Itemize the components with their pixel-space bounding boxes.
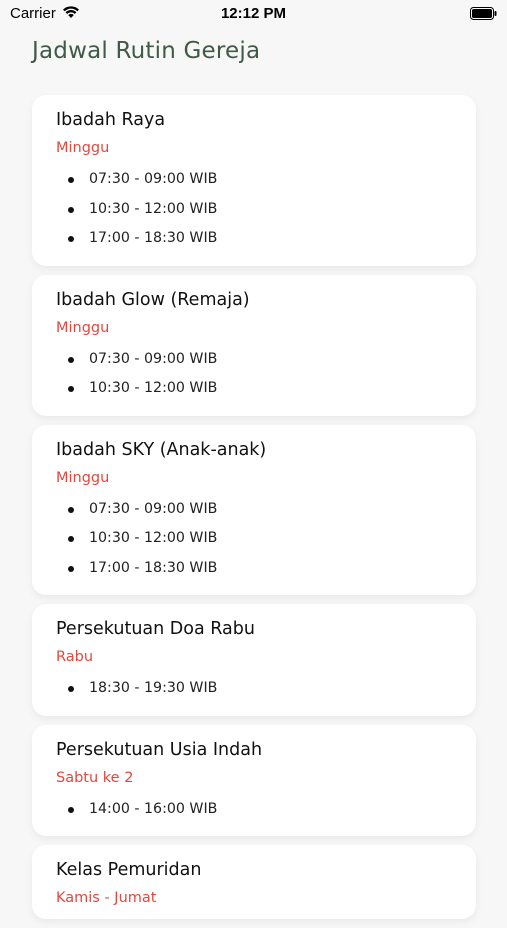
bullet-icon — [68, 386, 74, 392]
schedule-title: Persekutuan Doa Rabu — [56, 619, 255, 639]
time-text: 17:00 - 18:30 WIB — [89, 230, 218, 246]
time-item: 17:00 - 18:30 WIB — [56, 224, 452, 254]
battery-icon — [470, 7, 497, 20]
status-bar: Carrier 12:12 PM — [0, 0, 507, 28]
schedule-day: Minggu — [56, 140, 110, 156]
time-item: 07:30 - 09:00 WIB — [56, 345, 452, 375]
time-list: 14:00 - 16:00 WIB — [56, 795, 452, 825]
schedule-list[interactable]: Ibadah Raya Minggu 07:30 - 09:00 WIB 10:30 … — [32, 95, 476, 928]
time-item: 14:00 - 16:00 WIB — [56, 795, 452, 825]
schedule-card[interactable]: Ibadah SKY (Anak-anak) Minggu 07:30 - 09:0… — [32, 424, 476, 595]
time-text: 17:00 - 18:30 WIB — [89, 559, 218, 576]
time-item: 07:30 - 09:00 WIB — [56, 495, 452, 525]
schedule-title: Ibadah Glow (Remaja) — [56, 289, 250, 310]
time-text: 18:30 - 19:30 WIB — [89, 680, 218, 696]
schedule-card[interactable]: Persekutuan Doa Rabu Rabu 18:30 - 19:30 WI… — [32, 604, 476, 716]
bullet-icon — [68, 356, 74, 363]
schedule-day: Minggu — [56, 319, 110, 336]
schedule-title: Ibadah Raya — [56, 110, 166, 130]
time-text: 10:30 - 12:00 WIB — [89, 200, 218, 217]
bullet-icon — [68, 177, 74, 183]
time-text: 07:30 - 09:00 WIB — [89, 500, 218, 517]
time-item: 10:30 - 12:00 WIB — [56, 524, 452, 554]
schedule-day: Kamis - Jumat — [56, 890, 157, 906]
time-text: 10:30 - 12:00 WIB — [89, 530, 218, 546]
bullet-icon — [68, 236, 74, 242]
time-list: 07:30 - 09:00 WIB 10:30 - 12:00 WIB — [56, 345, 452, 404]
schedule-title: Persekutuan Usia Indah — [56, 739, 263, 760]
bullet-icon — [68, 686, 74, 692]
schedule-day: Rabu — [56, 649, 94, 665]
time-text: 10:30 - 12:00 WIB — [89, 380, 218, 396]
bullet-icon — [68, 536, 74, 542]
clock: 12:12 PM — [220, 5, 287, 22]
time-text: 14:00 - 16:00 WIB — [89, 800, 218, 817]
schedule-title: Kelas Pemuridan — [56, 860, 202, 880]
time-item: 10:30 - 12:00 WIB — [56, 195, 452, 225]
schedule-card[interactable]: Persekutuan Usia Indah Sabtu ke 2 14:00 - … — [32, 724, 476, 836]
bullet-icon — [68, 506, 74, 513]
time-text: 07:30 - 09:00 WIB — [89, 350, 218, 367]
schedule-title: Ibadah SKY (Anak-anak) — [56, 439, 267, 460]
bullet-icon — [68, 565, 74, 572]
time-list: 07:30 - 09:00 WIB 10:30 - 12:00 WIB 17:00 … — [56, 165, 452, 254]
bullet-icon — [68, 806, 74, 813]
time-item: 10:30 - 12:00 WIB — [56, 374, 452, 404]
time-list: 18:30 - 19:30 WIB — [56, 674, 452, 704]
time-item: 07:30 - 09:00 WIB — [56, 165, 452, 195]
time-item: 17:00 - 18:30 WIB — [56, 554, 452, 584]
schedule-day: Minggu — [56, 469, 110, 486]
time-item: 18:30 - 19:30 WIB — [56, 674, 452, 704]
page-title: Jadwal Rutin Gereja — [32, 38, 261, 64]
time-list: 07:30 - 09:00 WIB 10:30 - 12:00 WIB 17:00 … — [56, 495, 452, 584]
schedule-card[interactable]: Ibadah Glow (Remaja) Minggu 07:30 - 09:00 … — [32, 274, 476, 416]
schedule-card[interactable]: Kelas Pemuridan Kamis - Jumat — [32, 845, 476, 919]
bullet-icon — [68, 206, 74, 213]
time-text: 07:30 - 09:00 WIB — [89, 171, 218, 187]
schedule-card[interactable]: Ibadah Raya Minggu 07:30 - 09:00 WIB 10:30 … — [32, 95, 476, 266]
schedule-day: Sabtu ke 2 — [56, 769, 134, 786]
